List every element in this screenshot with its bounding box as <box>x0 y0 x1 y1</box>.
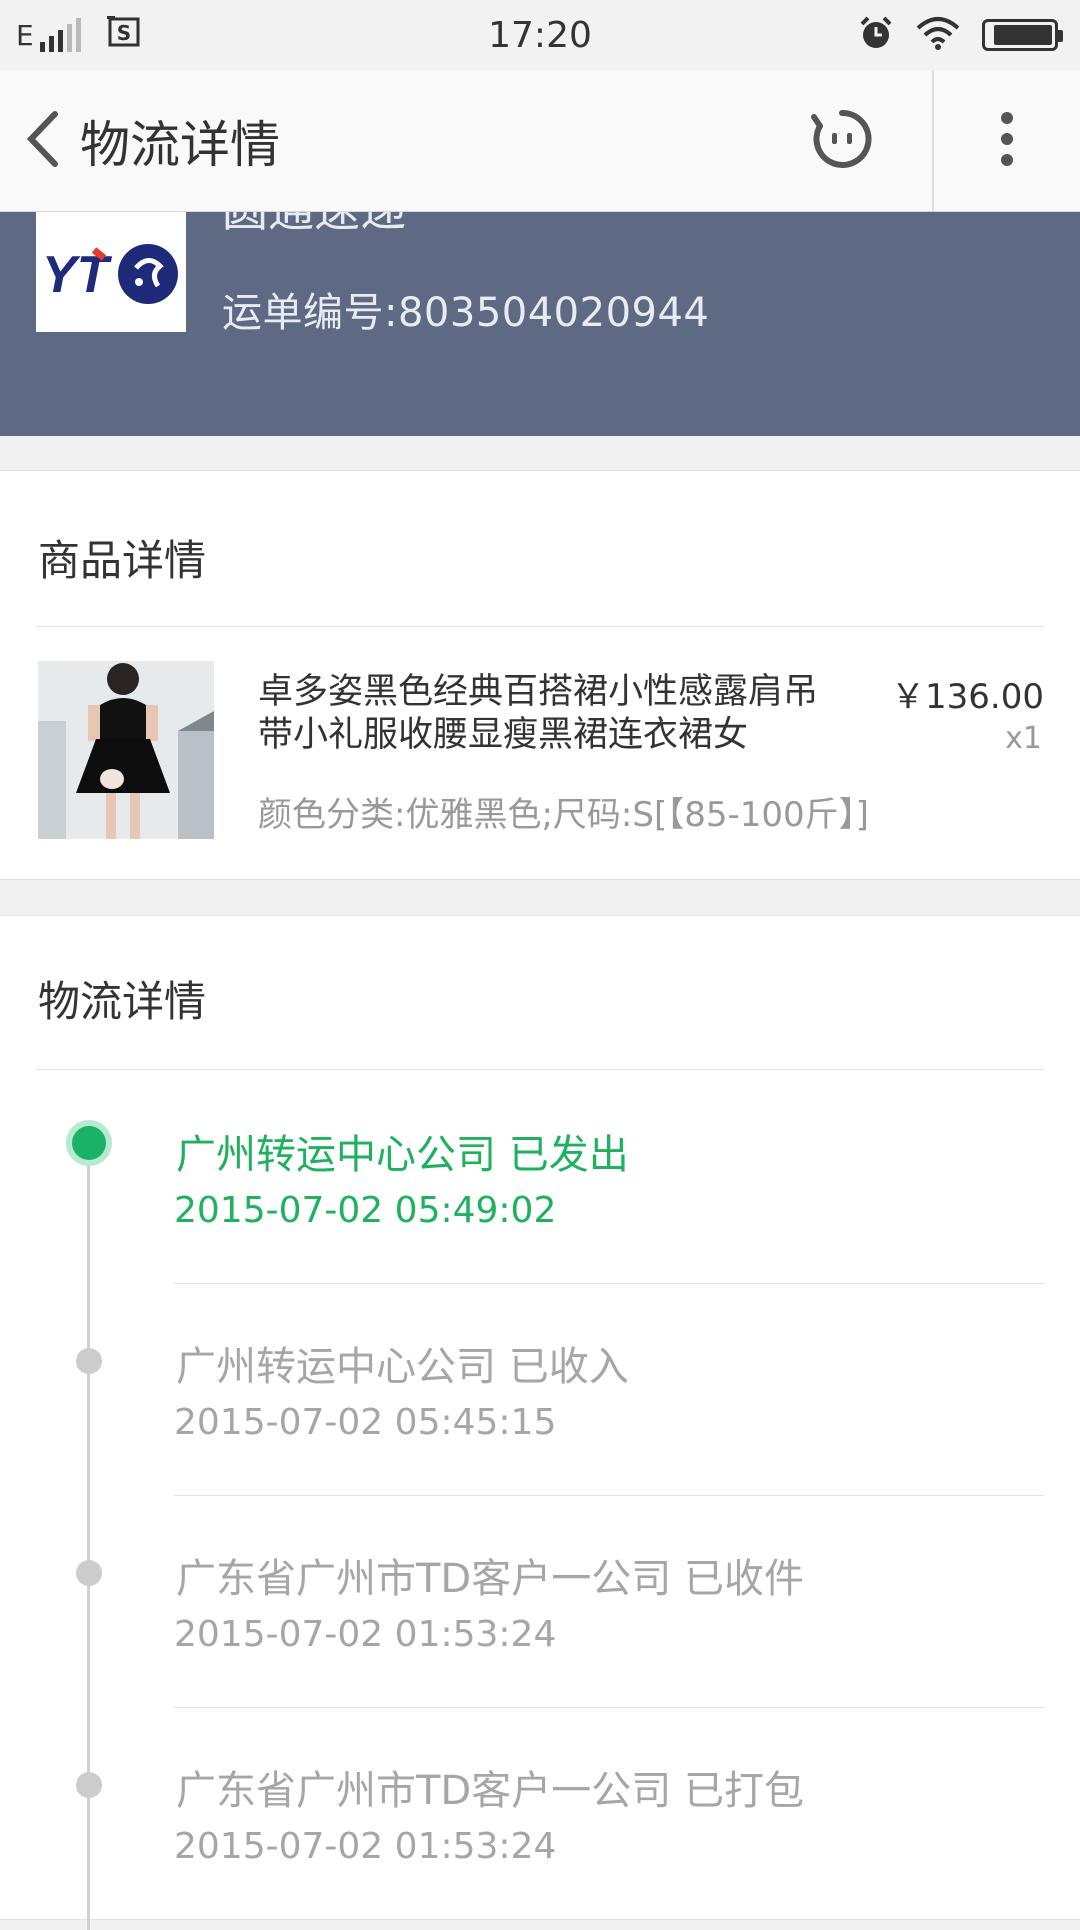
page-title: 物流详情 <box>80 115 280 174</box>
battery-icon <box>982 19 1063 51</box>
chevron-left-icon <box>26 110 60 172</box>
product-price: ￥136.00 <box>891 677 1044 717</box>
event-title: 广东省广州市TD客户一公司 已打包 <box>176 1768 804 1814</box>
status-bar: E S 17:20 <box>0 0 1080 70</box>
alarm-icon <box>858 15 894 55</box>
carrier-logo: YT <box>36 212 186 332</box>
nav-bar: 物流详情 <box>0 70 1080 212</box>
svg-text:S: S <box>117 21 131 45</box>
timeline-line <box>87 1150 90 1930</box>
carrier-name: 圆通速递 <box>222 212 406 240</box>
event-divider <box>174 1283 1044 1284</box>
timeline-dot <box>76 1560 102 1586</box>
event-title: 广东省广州市TD客户一公司 已收件 <box>176 1556 804 1602</box>
timeline-dot-active <box>66 1120 112 1166</box>
back-button[interactable] <box>8 70 78 211</box>
divider <box>36 626 1044 627</box>
product-quantity: x1 <box>1005 721 1042 756</box>
signal-bars-icon <box>39 18 81 52</box>
signal-indicator: E <box>16 18 81 52</box>
event-time: 2015-07-02 05:45:15 <box>174 1402 557 1443</box>
product-section-title: 商品详情 <box>38 536 207 585</box>
wifi-icon <box>916 16 960 54</box>
screenshot-icon: S <box>106 16 143 54</box>
more-vertical-icon <box>999 111 1015 171</box>
event-time: 2015-07-02 01:53:24 <box>174 1826 557 1867</box>
assistant-button[interactable] <box>782 70 902 211</box>
carrier-banner: 圆通速递 YT 运单编号:803504020944 <box>0 212 1080 436</box>
timeline-dot <box>76 1772 102 1798</box>
tracking-number: 运单编号:803504020944 <box>222 290 710 336</box>
event-divider <box>174 1495 1044 1496</box>
more-button[interactable] <box>934 70 1080 211</box>
product-image[interactable] <box>38 661 214 839</box>
event-time: 2015-07-02 01:53:24 <box>174 1614 557 1655</box>
product-card: 商品详情 卓多姿黑色经典百搭裙小性感露肩吊带小礼服收腰显瘦黑裙连衣裙女 ￥136… <box>0 470 1080 880</box>
product-name[interactable]: 卓多姿黑色经典百搭裙小性感露肩吊带小礼服收腰显瘦黑裙连衣裙女 <box>258 671 838 757</box>
network-type: E <box>16 19 34 52</box>
timeline-dot <box>76 1348 102 1374</box>
divider <box>36 1069 1044 1070</box>
battery-fill <box>994 25 1052 45</box>
product-sku: 颜色分类:优雅黑色;尺码:S[【85-100斤】] <box>258 795 869 835</box>
logistics-section-title: 物流详情 <box>38 977 207 1026</box>
robot-face-icon <box>810 107 874 175</box>
event-title: 广州转运中心公司 已收入 <box>176 1344 629 1390</box>
event-time: 2015-07-02 05:49:02 <box>174 1190 557 1231</box>
event-divider <box>174 1707 1044 1708</box>
event-title: 广州转运中心公司 已发出 <box>176 1132 629 1178</box>
